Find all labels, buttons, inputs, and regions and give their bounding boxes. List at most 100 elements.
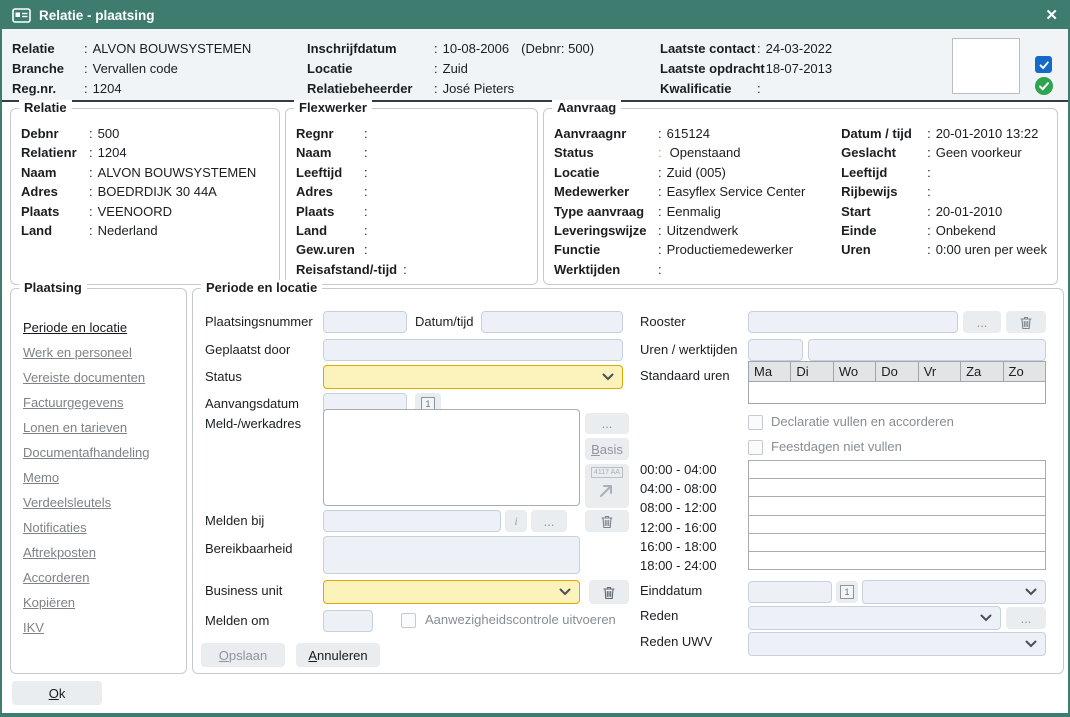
header-field: Relatie:ALVON BOUWSYSTEMEN (12, 39, 251, 59)
melden-bij-info-button[interactable]: i (505, 510, 527, 532)
reden-browse-button[interactable]: ... (1006, 607, 1046, 629)
field-label: Relatie (12, 39, 84, 59)
header-field: Relatiebeheerder:José Pieters (307, 79, 594, 99)
standaard-uren-table: Ma Di Wo Do Vr Za Zo (748, 361, 1046, 404)
groupbox-legend: Plaatsing (19, 280, 87, 295)
field-row: Land:Nederland (21, 221, 269, 240)
contact-card-icon (12, 8, 31, 23)
field-row: Reisafstand/-tijd: (296, 260, 527, 279)
field-row: Leeftijd: (296, 163, 527, 182)
groupbox-legend: Relatie (19, 100, 72, 115)
trash-icon (602, 585, 616, 600)
field-row: Regnr: (296, 124, 527, 143)
field-value: 500 (98, 124, 120, 143)
aanwezigheidscontrole-checkbox[interactable] (401, 613, 416, 628)
nav-item-factuurgegevens[interactable]: Factuurgegevens (23, 390, 186, 415)
time-slot-input[interactable] (748, 551, 1046, 570)
titlebar: Relatie - plaatsing ✕ (2, 2, 1068, 29)
field-row: Relatienr:1204 (21, 143, 269, 162)
uren-input[interactable] (748, 339, 803, 361)
weekday-header: Ma (749, 362, 791, 381)
time-slot-input[interactable] (748, 496, 1046, 515)
nav-item-lonen-en-tarieven[interactable]: Lonen en tarieven (23, 415, 186, 440)
time-slot-input[interactable] (748, 515, 1046, 534)
opslaan-button[interactable]: Opslaan (201, 643, 285, 667)
melden-om-input[interactable] (323, 610, 373, 632)
status-select[interactable] (323, 365, 623, 389)
nav-item-documentafhandeling[interactable]: Documentafhandeling (23, 440, 186, 465)
datum-tijd-label: Datum/tijd (415, 311, 474, 333)
rooster-delete-button[interactable] (1006, 311, 1046, 333)
geplaatst-door-input[interactable] (323, 339, 623, 361)
nav-item-verdeelsleutels[interactable]: Verdeelsleutels (23, 490, 186, 515)
time-slot-inputs (748, 460, 1046, 570)
feestdagen-checkbox[interactable] (748, 440, 763, 455)
nav-item-notificaties[interactable]: Notificaties (23, 515, 186, 540)
field-label: Reg.nr. (12, 79, 84, 99)
business-unit-select[interactable] (323, 580, 580, 604)
field-label: Locatie (307, 59, 434, 79)
nav-item-vereiste-documenten[interactable]: Vereiste documenten (23, 365, 186, 390)
werktijden-input[interactable] (808, 339, 1046, 361)
field-row: Gew.uren: (296, 240, 527, 259)
nav-item-kopieren[interactable]: Kopiëren (23, 590, 186, 615)
nav-item-aftrekposten[interactable]: Aftrekposten (23, 540, 186, 565)
field-value: 18-07-2013 (766, 59, 833, 79)
plaatsingsnummer-label: Plaatsingsnummer (205, 311, 313, 333)
nav-item-ikv[interactable]: IKV (23, 615, 186, 640)
nav-item-memo[interactable]: Memo (23, 465, 186, 490)
melden-bij-browse-button[interactable]: ... (531, 510, 567, 532)
field-row: Leveringswijze:Uitzendwerk (554, 221, 841, 240)
einddatum-input[interactable] (748, 581, 832, 603)
flexwerker-groupbox: Flexwerker Regnr: Naam: Leeftijd: Adres:… (285, 108, 538, 285)
reden-uwv-select[interactable] (748, 632, 1046, 656)
map-button[interactable]: 4117 AA (585, 464, 629, 508)
chevron-down-icon (1025, 588, 1037, 596)
meld-werkadres-textarea[interactable] (323, 409, 580, 506)
field-row: Uren:0:00 uren per week (841, 240, 1047, 259)
aanvangsdatum-label: Aanvangsdatum (205, 393, 299, 415)
datum-tijd-input[interactable] (481, 311, 623, 333)
status-label: Status (205, 366, 242, 388)
business-unit-delete-button[interactable] (589, 580, 629, 604)
time-slot-input[interactable] (748, 460, 1046, 479)
rooster-browse-button[interactable]: ... (963, 311, 1001, 333)
checked-checkbox[interactable] (1035, 56, 1052, 73)
groupbox-legend: Periode en locatie (201, 280, 322, 295)
field-row: Naam:ALVON BOUWSYSTEMEN (21, 163, 269, 182)
bereikbaarheid-textarea[interactable] (323, 536, 580, 574)
aanwezigheidscontrole-label: Aanwezigheidscontrole uitvoeren (425, 612, 616, 628)
field-value: Nederland (98, 221, 158, 240)
annuleren-button[interactable]: Annuleren (296, 643, 380, 667)
geplaatst-door-label: Geplaatst door (205, 339, 290, 361)
melden-bij-delete-button[interactable] (585, 510, 629, 532)
meld-werkadres-browse-button[interactable]: ... (585, 413, 629, 434)
close-icon[interactable]: ✕ (1045, 8, 1058, 23)
ok-button[interactable]: Ok (12, 681, 102, 705)
nav-item-werk-en-personeel[interactable]: Werk en personeel (23, 340, 186, 365)
reden-label: Reden (640, 605, 678, 627)
header-field: Reg.nr.:1204 (12, 79, 251, 99)
nav-item-accorderen[interactable]: Accorderen (23, 565, 186, 590)
ellipsis-icon: ... (977, 315, 988, 330)
time-slot-input[interactable] (748, 478, 1046, 497)
rooster-input[interactable] (748, 311, 958, 333)
time-slot-input[interactable] (748, 533, 1046, 552)
reden-select[interactable] (748, 606, 1001, 630)
declaratie-vullen-checkbox[interactable] (748, 415, 763, 430)
rooster-label: Rooster (640, 311, 686, 333)
reden-uwv-label: Reden UWV (640, 631, 712, 653)
field-value: BOEDRDIJK 30 44A (98, 182, 217, 201)
nav-item-periode-en-locatie[interactable]: Periode en locatie (23, 315, 186, 340)
field-row: Medewerker:Easyflex Service Center (554, 182, 841, 201)
standaard-uren-row[interactable] (749, 382, 1045, 403)
weekday-header: Di (791, 362, 833, 381)
einddatum-select[interactable] (862, 580, 1046, 604)
trash-icon (600, 514, 614, 529)
basis-button[interactable]: Basis (585, 438, 629, 460)
plaatsingsnummer-input[interactable] (323, 311, 407, 333)
einddatum-calendar-button[interactable]: 1 (836, 581, 858, 603)
melden-bij-input[interactable] (323, 510, 501, 532)
field-row: Adres:BOEDRDIJK 30 44A (21, 182, 269, 201)
field-value: 10-08-2006 (443, 39, 510, 59)
